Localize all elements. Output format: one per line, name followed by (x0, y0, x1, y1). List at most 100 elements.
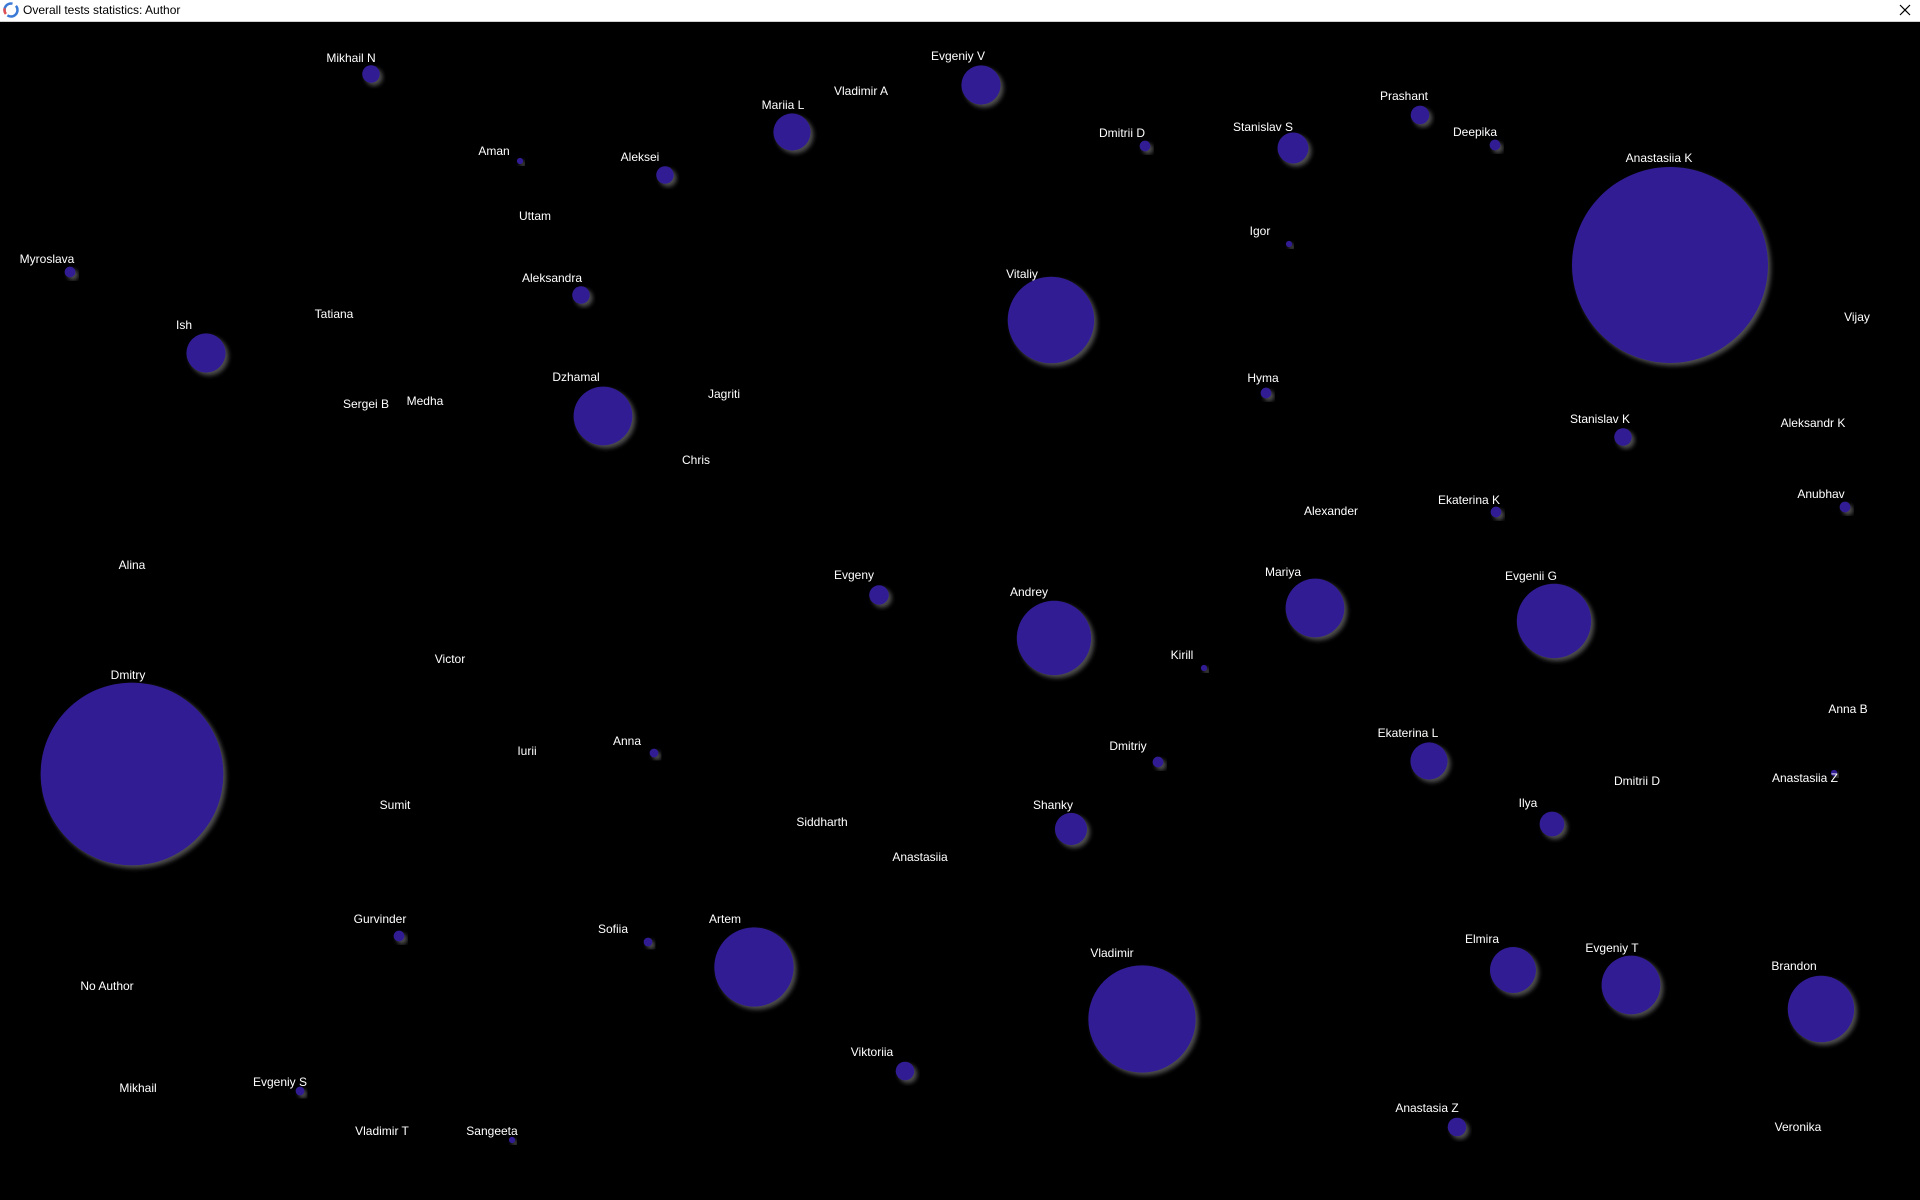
bubble-kirill[interactable] (1200, 664, 1208, 672)
bubble-gurvinder[interactable] (393, 930, 405, 942)
bubble-ekaterina-k[interactable] (1490, 506, 1502, 518)
bubble-andrey[interactable] (1016, 600, 1092, 676)
bubble-label-ish: Ish (176, 318, 192, 332)
bubble-brandon[interactable] (1787, 975, 1855, 1043)
bubble-label-ekaterina-k: Ekaterina K (1438, 493, 1500, 507)
bubble-label-anastasiia: Anastasiia (892, 850, 948, 864)
bubble-dmitry[interactable] (40, 682, 224, 866)
bubble-label-vijay: Vijay (1844, 310, 1870, 324)
bubble-label-veronika: Veronika (1775, 1120, 1822, 1134)
bubble-label-evgeniy-t: Evgeniy T (1585, 941, 1639, 955)
bubble-aman[interactable] (516, 157, 524, 165)
bubble-igor[interactable] (1285, 240, 1293, 248)
bubble-elmira[interactable] (1490, 947, 1536, 993)
bubble-label-dmitriy: Dmitriy (1109, 739, 1146, 753)
bubble-ekaterina-l[interactable] (1410, 742, 1448, 780)
bubble-label-gurvinder: Gurvinder (354, 912, 407, 926)
bubble-aleksandra[interactable] (572, 286, 590, 304)
close-button[interactable] (1890, 0, 1920, 21)
bubble-anastasia-z[interactable] (1447, 1117, 1467, 1137)
bubble-chart: Mikhail N Evgeniy V Vladimir A Mariia L Pras… (0, 22, 1920, 1200)
bubble-anubhav[interactable] (1839, 501, 1851, 513)
bubble-label-victor: Victor (435, 652, 465, 666)
bubble-prashant[interactable] (1410, 105, 1430, 125)
bubble-label-kirill: Kirill (1171, 648, 1194, 662)
bubble-sofiia[interactable] (643, 937, 653, 947)
bubble-label-aleksandr-k: Aleksandr K (1781, 416, 1846, 430)
bubble-label-aleksandra: Aleksandra (522, 271, 582, 285)
bubble-stanislav-k[interactable] (1614, 428, 1632, 446)
bubble-label-deepika: Deepika (1453, 125, 1497, 139)
bubble-label-anastasia-z: Anastasia Z (1395, 1101, 1458, 1115)
bubble-evgeniy-t[interactable] (1601, 955, 1661, 1015)
bubble-label-alina: Alina (119, 558, 146, 572)
bubble-label-anubhav: Anubhav (1797, 487, 1844, 501)
bubble-vladimir[interactable] (1088, 965, 1196, 1073)
bubble-shanky[interactable] (1054, 812, 1088, 846)
bubble-dmitriy[interactable] (1152, 756, 1164, 768)
bubble-evgeny[interactable] (869, 585, 889, 605)
bubble-evgenii-g[interactable] (1516, 583, 1592, 659)
bubble-evgeniy-v[interactable] (961, 65, 1001, 105)
app-logo-icon (3, 2, 19, 18)
bubble-label-mariia-l: Mariia L (762, 98, 805, 112)
bubble-dzhamal[interactable] (573, 386, 633, 446)
bubble-label-anna-b: Anna B (1828, 702, 1867, 716)
bubble-mikhail-n[interactable] (362, 65, 380, 83)
bubble-aleksei[interactable] (656, 166, 674, 184)
bubble-label-mikhail-n: Mikhail N (326, 51, 375, 65)
bubble-dmitrii-d[interactable] (1139, 140, 1151, 152)
bubble-label-hyma: Hyma (1247, 371, 1279, 385)
bubble-label-alexander: Alexander (1304, 504, 1358, 518)
bubble-ilya[interactable] (1539, 811, 1565, 837)
bubble-label-dmitrii-d: Dmitrii D (1099, 126, 1145, 140)
bubble-label-mariya: Mariya (1265, 565, 1301, 579)
bubble-label-elmira: Elmira (1465, 932, 1499, 946)
bubble-label-andrey: Andrey (1010, 585, 1048, 599)
bubble-label-sergei-b: Sergei B (343, 397, 389, 411)
bubble-viktoriia[interactable] (895, 1061, 915, 1081)
bubble-label-evgenii-g: Evgenii G (1505, 569, 1557, 583)
bubble-label-no-author: No Author (80, 979, 133, 993)
bubble-myroslava[interactable] (64, 266, 76, 278)
bubble-anna[interactable] (649, 748, 659, 758)
bubble-label-myroslava: Myroslava (20, 252, 75, 266)
window-titlebar: Overall tests statistics: Author (0, 0, 1920, 22)
window-title: Overall tests statistics: Author (23, 3, 181, 17)
bubble-mariia-l[interactable] (773, 113, 811, 151)
bubble-label-vitaliy: Vitaliy (1006, 267, 1038, 281)
bubble-label-anastasiia-z: Anastasiia Z (1772, 771, 1838, 785)
bubble-chart-svg: Mikhail N Evgeniy V Vladimir A Mariia L Pras… (20, 49, 1870, 1144)
bubble-label-siddharth: Siddharth (796, 815, 847, 829)
close-icon (1899, 4, 1911, 16)
bubble-label-medha: Medha (407, 394, 444, 408)
bubble-label-evgeny: Evgeny (834, 568, 874, 582)
bubble-label-brandon: Brandon (1771, 959, 1816, 973)
bubble-label-anna: Anna (613, 734, 641, 748)
bubble-ish[interactable] (186, 333, 226, 373)
bubble-stanislav-s[interactable] (1277, 132, 1309, 164)
bubble-label-vladimir-t: Vladimir T (355, 1124, 409, 1138)
bubble-label-aleksei: Aleksei (621, 150, 660, 164)
bubble-label-prashant: Prashant (1380, 89, 1429, 103)
bubble-label-sofiia: Sofiia (598, 922, 628, 936)
bubble-anastasiia-k[interactable] (1572, 167, 1768, 363)
bubble-label-sangeeta: Sangeeta (466, 1124, 518, 1138)
bubble-label-tatiana: Tatiana (315, 307, 354, 321)
bubble-label-shanky: Shanky (1033, 798, 1073, 812)
bubble-label-dzhamal: Dzhamal (552, 370, 599, 384)
bubble-artem[interactable] (714, 927, 794, 1007)
bubble-deepika[interactable] (1489, 139, 1501, 151)
bubble-label-uttam: Uttam (519, 209, 551, 223)
bubble-label-dmitrii-d: Dmitrii D (1614, 774, 1660, 788)
bubble-label-stanislav-s: Stanislav S (1233, 120, 1293, 134)
bubble-vitaliy[interactable] (1007, 276, 1095, 364)
bubble-label-iurii: Iurii (517, 744, 536, 758)
bubble-label-artem: Artem (709, 912, 741, 926)
bubble-label-vladimir: Vladimir (1090, 946, 1133, 960)
bubble-label-sumit: Sumit (380, 798, 411, 812)
bubble-hyma[interactable] (1260, 387, 1272, 399)
bubble-mariya[interactable] (1285, 578, 1345, 638)
bubble-label-chris: Chris (682, 453, 710, 467)
bubble-label-ekaterina-l: Ekaterina L (1378, 726, 1439, 740)
